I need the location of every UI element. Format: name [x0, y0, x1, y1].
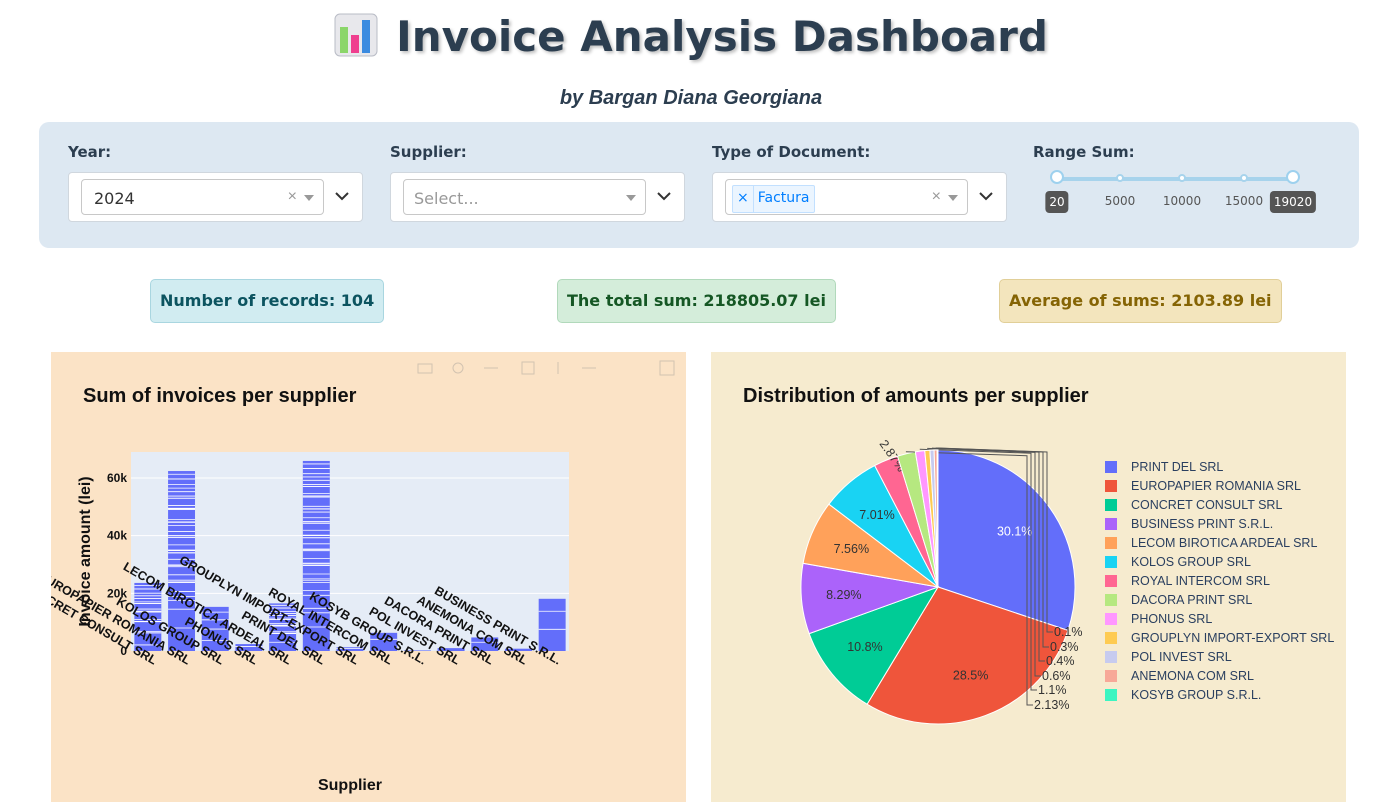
pie-slice-label: 0.6% — [1042, 669, 1071, 683]
legend-label: EUROPAPIER ROMANIA SRL — [1131, 479, 1301, 493]
selected-tag: × Factura — [732, 185, 816, 213]
range-slider[interactable]: 20 5000 10000 15000 19020 — [1045, 170, 1317, 230]
filters-panel: Year: 2024 × Supplier: Select... Type of… — [39, 122, 1359, 248]
bar-chart-icon — [334, 13, 378, 57]
legend-label: PHONUS SRL — [1131, 612, 1212, 626]
pie-slice-label: 1.1% — [1038, 683, 1067, 697]
legend-swatch — [1105, 613, 1117, 625]
slider-low-value: 20 — [1045, 191, 1069, 213]
slider-track[interactable] — [1057, 177, 1293, 181]
doc-type-filter: × Factura × — [712, 172, 1007, 222]
slider-mark-dot — [1116, 174, 1124, 182]
clear-icon[interactable]: × — [288, 188, 297, 206]
page-subtitle: by Bargan Diana Georgiana — [559, 87, 823, 109]
slider-mark-dot — [1178, 174, 1186, 182]
legend-label: GROUPLYN IMPORT-EXPORT SRL — [1131, 631, 1334, 645]
legend-label: POL INVEST SRL — [1131, 650, 1232, 664]
dropdown-arrow-icon[interactable] — [304, 195, 314, 201]
supplier-label: Supplier: — [390, 143, 467, 161]
legend-label: PRINT DEL SRL — [1131, 460, 1223, 474]
year-label: Year: — [68, 143, 112, 161]
year-value: 2024 — [94, 189, 135, 208]
doc-type-label: Type of Document: — [712, 143, 871, 161]
remove-tag-icon[interactable]: × — [733, 186, 754, 212]
legend-swatch — [1105, 670, 1117, 682]
records-count-card: Number of records: 104 — [150, 279, 385, 323]
y-axis-title: Invoice amount (lei) — [77, 476, 94, 626]
slider-handle-high[interactable] — [1286, 170, 1300, 184]
total-sum-card: The total sum: 218805.07 lei — [557, 279, 836, 323]
x-axis-title: Supplier — [318, 777, 382, 794]
clear-icon[interactable]: × — [932, 188, 941, 206]
pie-slice-label: 8.29% — [826, 588, 861, 602]
tag-label: Factura — [757, 190, 810, 206]
pie-slice-label: 10.8% — [847, 640, 882, 654]
legend-swatch — [1105, 689, 1117, 701]
slider-mark: 5000 — [1104, 194, 1136, 208]
legend-swatch — [1105, 632, 1117, 644]
legend-swatch — [1105, 651, 1117, 663]
pie-chart-panel: Distribution of amounts per supplier 30.… — [711, 352, 1346, 802]
y-tick-label: 40k — [107, 529, 127, 543]
dropdown-arrow-icon[interactable] — [948, 195, 958, 201]
legend-swatch — [1105, 461, 1117, 473]
pie-slice-label: 7.01% — [859, 508, 894, 522]
average-sum-card: Average of sums: 2103.89 lei — [999, 279, 1282, 323]
pie-slice-label: 2.13% — [1034, 698, 1069, 712]
bar-chart: 020k40k60kCONCRET CONSULT SRLEUROPAPIER … — [51, 452, 569, 794]
range-label: Range Sum: — [1033, 143, 1135, 161]
chevron-down-icon[interactable] — [978, 190, 994, 202]
legend-label: ANEMONA COM SRL — [1131, 669, 1254, 683]
pie-slice-label: 0.4% — [1046, 654, 1075, 668]
pie-slice-label: 7.56% — [834, 542, 869, 556]
legend-swatch — [1105, 518, 1117, 530]
chevron-down-icon[interactable] — [656, 190, 672, 202]
legend-label: DACORA PRINT SRL — [1131, 593, 1252, 607]
dropdown-arrow-icon[interactable] — [626, 195, 636, 201]
pie-slice-label: 0.3% — [1050, 640, 1079, 654]
legend-swatch — [1105, 594, 1117, 606]
legend-label: BUSINESS PRINT S.R.L. — [1131, 517, 1273, 531]
pie-slice-label: 0.1% — [1054, 625, 1083, 639]
legend-label: KOSYB GROUP S.R.L. — [1131, 688, 1261, 702]
slider-handle-low[interactable] — [1050, 170, 1064, 184]
doc-type-dropdown[interactable]: × Factura × — [725, 179, 968, 215]
chevron-down-icon[interactable] — [334, 190, 350, 202]
supplier-filter: Select... — [390, 172, 685, 222]
slider-mark-dot — [1240, 174, 1248, 182]
bar-chart-panel: Sum of invoices per supplier 0 20k 40k 60k C… — [51, 352, 686, 802]
slider-mark: 15000 — [1224, 194, 1264, 208]
legend-label: ROYAL INTERCOM SRL — [1131, 574, 1270, 588]
page-title-text: Invoice Analysis Dashboard — [396, 12, 1048, 61]
pie-slice-label: 28.5% — [953, 669, 988, 683]
legend-label: LECOM BIROTICA ARDEAL SRL — [1131, 536, 1317, 550]
legend-swatch — [1105, 537, 1117, 549]
supplier-placeholder: Select... — [414, 189, 479, 208]
y-tick-label: 60k — [107, 471, 127, 485]
year-filter: 2024 × — [68, 172, 363, 222]
slider-mark: 10000 — [1162, 194, 1202, 208]
page-title: Invoice Analysis Dashboard — [0, 12, 1382, 61]
legend-swatch — [1105, 480, 1117, 492]
legend-label: KOLOS GROUP SRL — [1131, 555, 1251, 569]
legend-swatch — [1105, 499, 1117, 511]
slider-high-value: 19020 — [1269, 191, 1317, 213]
legend-swatch — [1105, 575, 1117, 587]
legend-label: CONCRET CONSULT SRL — [1131, 498, 1282, 512]
pie-chart: 30.1%28.5%10.8%8.29%7.56%7.01%2.87%2.13%… — [800, 437, 1334, 725]
legend-clip — [1091, 612, 1101, 722]
legend-swatch — [1105, 556, 1117, 568]
supplier-dropdown[interactable]: Select... — [403, 179, 646, 215]
year-dropdown[interactable]: 2024 × — [81, 179, 324, 215]
